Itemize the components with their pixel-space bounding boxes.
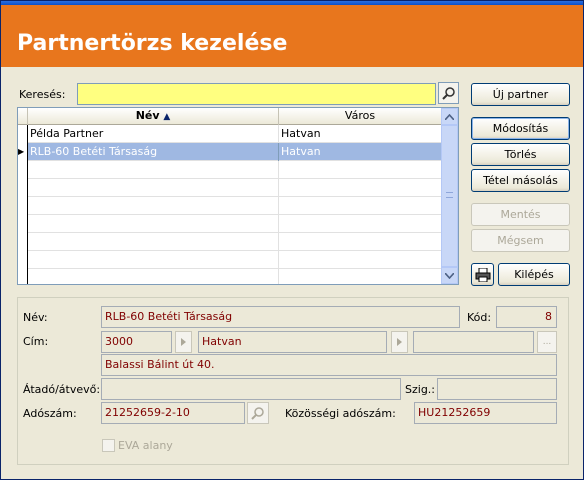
scroll-up-button[interactable] bbox=[441, 108, 458, 125]
id-label: Szig.: bbox=[405, 383, 435, 396]
cell-name: Példa Partner bbox=[28, 125, 279, 143]
printer-icon bbox=[475, 267, 490, 282]
cell-city bbox=[279, 269, 442, 284]
eva-label: EVA alany bbox=[118, 439, 173, 452]
column-header-name[interactable]: Név ▲ bbox=[28, 108, 279, 125]
table-row-empty bbox=[18, 215, 442, 233]
id-field[interactable] bbox=[437, 378, 557, 400]
street-extra-field[interactable] bbox=[413, 331, 534, 353]
tax-lookup-button[interactable] bbox=[247, 402, 269, 424]
table-row[interactable]: ▶ RLB-60 Betéti Társaság Hatvan bbox=[18, 143, 442, 161]
eva-checkbox[interactable] bbox=[102, 439, 115, 452]
scroll-thumb[interactable] bbox=[441, 125, 458, 267]
table-row-empty bbox=[18, 233, 442, 251]
grid-vertical-scrollbar[interactable] bbox=[441, 108, 458, 284]
search-icon bbox=[441, 87, 455, 100]
address-label: Cím: bbox=[23, 335, 49, 348]
row-indicator bbox=[18, 251, 28, 269]
cell-city: Hatvan bbox=[279, 143, 442, 161]
chevron-down-icon bbox=[445, 272, 454, 279]
search-button[interactable] bbox=[438, 82, 459, 104]
search-input[interactable] bbox=[77, 83, 436, 105]
row-indicator-header bbox=[18, 108, 28, 125]
cell-name bbox=[28, 197, 279, 215]
row-indicator bbox=[18, 215, 28, 233]
zip-field[interactable]: 3000 bbox=[101, 331, 172, 353]
cell-city bbox=[279, 179, 442, 197]
eu-tax-label: Közösségi adószám: bbox=[285, 407, 396, 420]
modify-button[interactable]: Módosítás bbox=[471, 117, 570, 140]
cell-name bbox=[28, 161, 279, 179]
chevron-right-icon bbox=[181, 338, 186, 346]
row-indicator bbox=[18, 125, 28, 143]
search-icon bbox=[251, 407, 264, 420]
partner-window: Partnertörzs kezelése Keresés: Név ▲ Vár… bbox=[0, 0, 584, 480]
row-indicator bbox=[18, 161, 28, 179]
exit-button[interactable]: Kilépés bbox=[498, 263, 570, 286]
tax-label: Adószám: bbox=[23, 407, 77, 420]
row-indicator bbox=[18, 233, 28, 251]
code-field[interactable]: 8 bbox=[496, 306, 557, 328]
eu-tax-field[interactable]: HU21252659 bbox=[414, 402, 557, 424]
row-indicator bbox=[18, 197, 28, 215]
tax-field[interactable]: 21252659-2-10 bbox=[101, 402, 245, 424]
save-button[interactable]: Mentés bbox=[471, 203, 570, 226]
cell-city bbox=[279, 161, 442, 179]
city-lookup-button[interactable] bbox=[391, 331, 408, 353]
receiver-field[interactable] bbox=[101, 378, 401, 400]
cell-city bbox=[279, 197, 442, 215]
column-header-city[interactable]: Város bbox=[279, 108, 442, 125]
grid-header: Név ▲ Város bbox=[18, 108, 442, 125]
row-indicator bbox=[18, 269, 28, 284]
column-header-name-label: Név bbox=[135, 109, 160, 122]
ellipsis-icon: ... bbox=[542, 337, 552, 347]
table-row-empty bbox=[18, 251, 442, 269]
chevron-up-icon bbox=[445, 113, 454, 120]
cell-name bbox=[28, 269, 279, 284]
copy-item-button[interactable]: Tétel másolás bbox=[471, 169, 570, 192]
cell-city bbox=[279, 215, 442, 233]
page-title: Partnertörzs kezelése bbox=[17, 31, 288, 56]
cancel-button[interactable]: Mégsem bbox=[471, 229, 570, 252]
cell-city bbox=[279, 251, 442, 269]
city-field[interactable]: Hatvan bbox=[198, 331, 387, 353]
scroll-down-button[interactable] bbox=[441, 267, 458, 284]
new-partner-button[interactable]: Új partner bbox=[471, 83, 570, 106]
grip-icon bbox=[446, 192, 453, 198]
cell-name bbox=[28, 215, 279, 233]
receiver-label: Átadó/átvevő: bbox=[23, 383, 101, 396]
row-indicator bbox=[18, 179, 28, 197]
cell-name bbox=[28, 179, 279, 197]
current-row-icon: ▶ bbox=[18, 143, 28, 161]
search-label: Keresés: bbox=[19, 88, 66, 101]
print-button[interactable] bbox=[471, 263, 494, 286]
cell-city bbox=[279, 233, 442, 251]
cell-name: RLB-60 Betéti Társaság bbox=[28, 143, 279, 161]
partner-grid[interactable]: Név ▲ Város Példa Partner Hatvan ▶ RLB-6… bbox=[17, 107, 459, 285]
table-row-empty bbox=[18, 179, 442, 197]
table-row-empty bbox=[18, 161, 442, 179]
table-row[interactable]: Példa Partner Hatvan bbox=[18, 125, 442, 143]
sort-ascending-icon: ▲ bbox=[163, 112, 171, 122]
street-field[interactable]: Balassi Bálint út 40. bbox=[101, 354, 557, 376]
cell-name bbox=[28, 233, 279, 251]
zip-lookup-button[interactable] bbox=[175, 331, 192, 353]
chevron-right-icon bbox=[397, 338, 402, 346]
cell-name bbox=[28, 251, 279, 269]
code-label: Kód: bbox=[467, 311, 492, 324]
table-row-empty bbox=[18, 269, 442, 284]
name-field[interactable]: RLB-60 Betéti Társaság bbox=[101, 306, 460, 328]
delete-button[interactable]: Törlés bbox=[471, 143, 570, 166]
table-row-empty bbox=[18, 197, 442, 215]
name-label: Név: bbox=[23, 311, 48, 324]
header-band: Partnertörzs kezelése bbox=[1, 5, 583, 67]
cell-city: Hatvan bbox=[279, 125, 442, 143]
more-options-button[interactable]: ... bbox=[537, 331, 557, 353]
